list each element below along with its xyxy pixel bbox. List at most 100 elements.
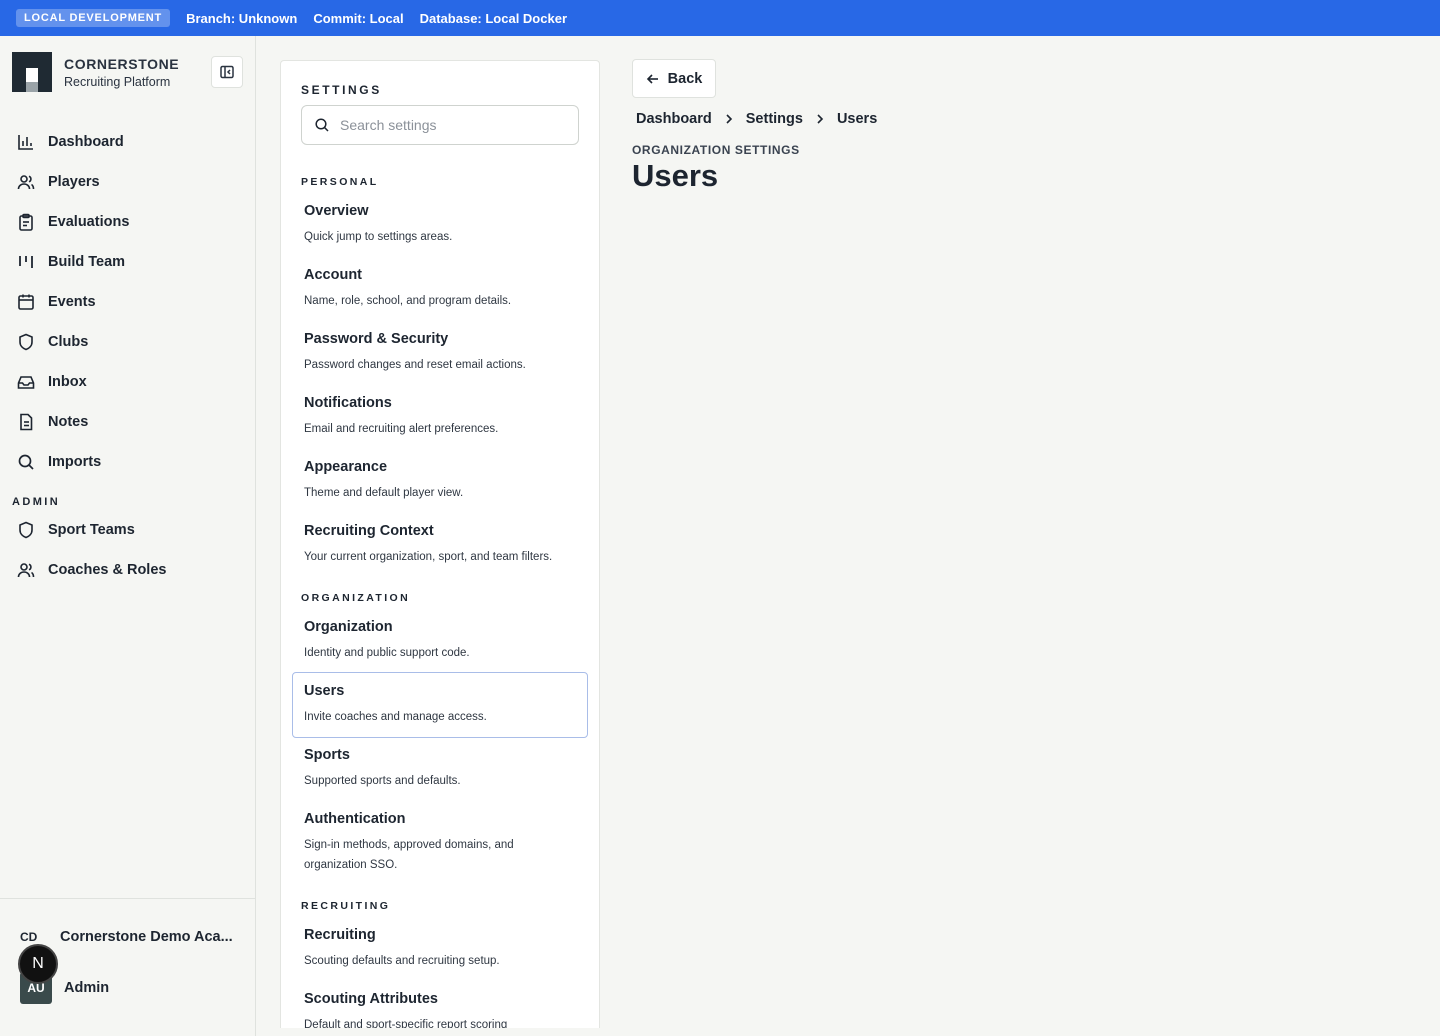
nav-item-notes[interactable]: Notes (0, 402, 255, 442)
brand-title: CORNERSTONE (64, 55, 180, 72)
settings-item-description: Sign-in methods, approved domains, and o… (304, 839, 514, 871)
nav-label: Imports (48, 454, 102, 470)
settings-item-title: Recruiting Context (304, 523, 434, 539)
settings-item-description: Name, role, school, and program details. (304, 295, 512, 307)
settings-item-title: Recruiting (304, 927, 376, 943)
nav-label: Sport Teams (48, 522, 135, 538)
nav-item-dashboard[interactable]: Dashboard (0, 122, 255, 162)
nav-label: Clubs (48, 334, 89, 350)
calendar-icon (18, 294, 34, 310)
settings-item-title: Notifications (304, 395, 392, 411)
settings-item-title: Scouting Attributes (304, 991, 438, 1007)
group-heading-personal: PERSONAL (301, 176, 379, 188)
nav-item-coaches-roles[interactable]: Coaches & Roles (0, 550, 255, 590)
chevron-right-icon (817, 114, 824, 124)
settings-item-description: Supported sports and defaults. (304, 775, 461, 787)
settings-item-organization[interactable]: Organization Identity and public support… (292, 608, 588, 674)
collapse-sidebar-button[interactable] (211, 56, 243, 88)
chevron-right-icon (726, 114, 732, 124)
breadcrumb: Dashboard Settings Users (636, 111, 877, 127)
nav-label: Events (48, 294, 96, 310)
nav-item-build-team[interactable]: Build Team (0, 242, 255, 282)
back-button[interactable]: Back (632, 59, 716, 98)
settings-item-account[interactable]: Account Name, role, school, and program … (292, 256, 588, 322)
bar-chart-icon (18, 135, 33, 150)
settings-item-description: Theme and default player view. (304, 487, 464, 499)
columns-icon (19, 256, 33, 268)
organization-switcher[interactable]: CD Cornerstone Demo Aca... (20, 929, 233, 945)
settings-item-sports[interactable]: Sports Supported sports and defaults. (292, 736, 588, 802)
dev-tools-badge[interactable]: N (18, 944, 58, 984)
breadcrumb-settings[interactable]: Settings (746, 111, 803, 127)
commit-info: Commit: Local (313, 10, 404, 26)
settings-item-notifications[interactable]: Notifications Email and recruiting alert… (292, 384, 588, 450)
settings-item-description: Quick jump to settings areas. (304, 231, 453, 243)
page-title: Users (632, 158, 719, 193)
file-icon (20, 413, 33, 431)
nav-item-players[interactable]: Players (0, 162, 255, 202)
settings-item-title: Account (304, 267, 362, 283)
environment-badge: LOCAL DEVELOPMENT (16, 9, 171, 27)
dev-environment-bar: LOCAL DEVELOPMENT Branch: Unknown Commit… (0, 0, 1440, 36)
settings-item-overview[interactable]: Overview Quick jump to settings areas. (292, 192, 588, 258)
settings-item-title: Appearance (304, 459, 388, 475)
settings-item-description: Identity and public support code. (304, 647, 470, 659)
shield-icon (19, 521, 33, 539)
admin-section-heading: ADMIN (12, 496, 61, 508)
settings-item-password-security[interactable]: Password & Security Password changes and… (292, 320, 588, 386)
sidebar: CORNERSTONE Recruiting Platform Dashboar… (0, 36, 256, 1036)
nav-label: Players (48, 174, 100, 190)
arrow-left-icon (646, 73, 658, 84)
user-name: Admin (64, 980, 110, 996)
settings-heading: SETTINGS (301, 83, 382, 97)
settings-item-appearance[interactable]: Appearance Theme and default player view… (292, 448, 588, 514)
settings-item-description: Your current organization, sport, and te… (304, 551, 553, 563)
settings-item-description: Default and sport-specific report scorin… (304, 1019, 508, 1028)
brand[interactable]: CORNERSTONE Recruiting Platform (12, 52, 179, 92)
sidebar-footer: CD Cornerstone Demo Aca... N AU Admin (0, 898, 255, 1036)
settings-item-title: Authentication (304, 811, 406, 827)
org-abbreviation: CD (20, 930, 38, 944)
users-icon (17, 563, 35, 578)
nav-item-evaluations[interactable]: Evaluations (0, 202, 255, 242)
search-placeholder: Search settings (340, 117, 437, 133)
settings-item-description: Password changes and reset email actions… (304, 359, 526, 371)
nav-item-events[interactable]: Events (0, 282, 255, 322)
nav-label: Build Team (48, 254, 126, 270)
settings-item-description: Scouting defaults and recruiting setup. (304, 955, 500, 967)
nav-item-inbox[interactable]: Inbox (0, 362, 255, 402)
nav-label: Dashboard (48, 134, 124, 150)
settings-item-title: Overview (304, 203, 369, 219)
settings-item-users[interactable]: Users Invite coaches and manage access. (292, 672, 588, 738)
main-nav: Dashboard Players Evaluations Build Team… (0, 122, 255, 590)
nav-item-sport-teams[interactable]: Sport Teams (0, 510, 255, 550)
nav-label: Coaches & Roles (48, 562, 167, 578)
brand-subtitle: Recruiting Platform (64, 74, 171, 89)
search-icon (18, 454, 34, 470)
brand-logo (12, 52, 52, 92)
nav-label: Evaluations (48, 214, 130, 230)
settings-item-recruiting[interactable]: Recruiting Scouting defaults and recruit… (292, 916, 588, 982)
search-icon (315, 118, 329, 132)
nav-label: Notes (48, 414, 89, 430)
settings-panel: SETTINGS Search settings PERSONAL Overvi… (280, 60, 600, 1028)
page-eyebrow: ORGANIZATION SETTINGS (632, 143, 800, 157)
breadcrumb-dashboard[interactable]: Dashboard (636, 111, 712, 127)
settings-item-scouting-attributes[interactable]: Scouting Attributes Default and sport-sp… (292, 980, 588, 1028)
nav-label: Inbox (48, 374, 87, 390)
org-name: Cornerstone Demo Aca... (60, 929, 233, 945)
settings-item-authentication[interactable]: Authentication Sign-in methods, approved… (292, 800, 588, 886)
back-label: Back (667, 70, 703, 87)
breadcrumb-users: Users (836, 111, 878, 127)
search-input[interactable]: Search settings (301, 105, 579, 145)
settings-item-description: Invite coaches and manage access. (304, 711, 487, 723)
clipboard-icon (19, 213, 33, 231)
settings-item-recruiting-context[interactable]: Recruiting Context Your current organiza… (292, 512, 588, 578)
nav-item-imports[interactable]: Imports (0, 442, 255, 482)
group-heading-recruiting: RECRUITING (301, 900, 391, 912)
settings-item-title: Password & Security (304, 331, 449, 347)
users-icon (17, 175, 35, 190)
nav-item-clubs[interactable]: Clubs (0, 322, 255, 362)
inbox-icon (17, 376, 35, 389)
group-heading-organization: ORGANIZATION (301, 592, 411, 604)
